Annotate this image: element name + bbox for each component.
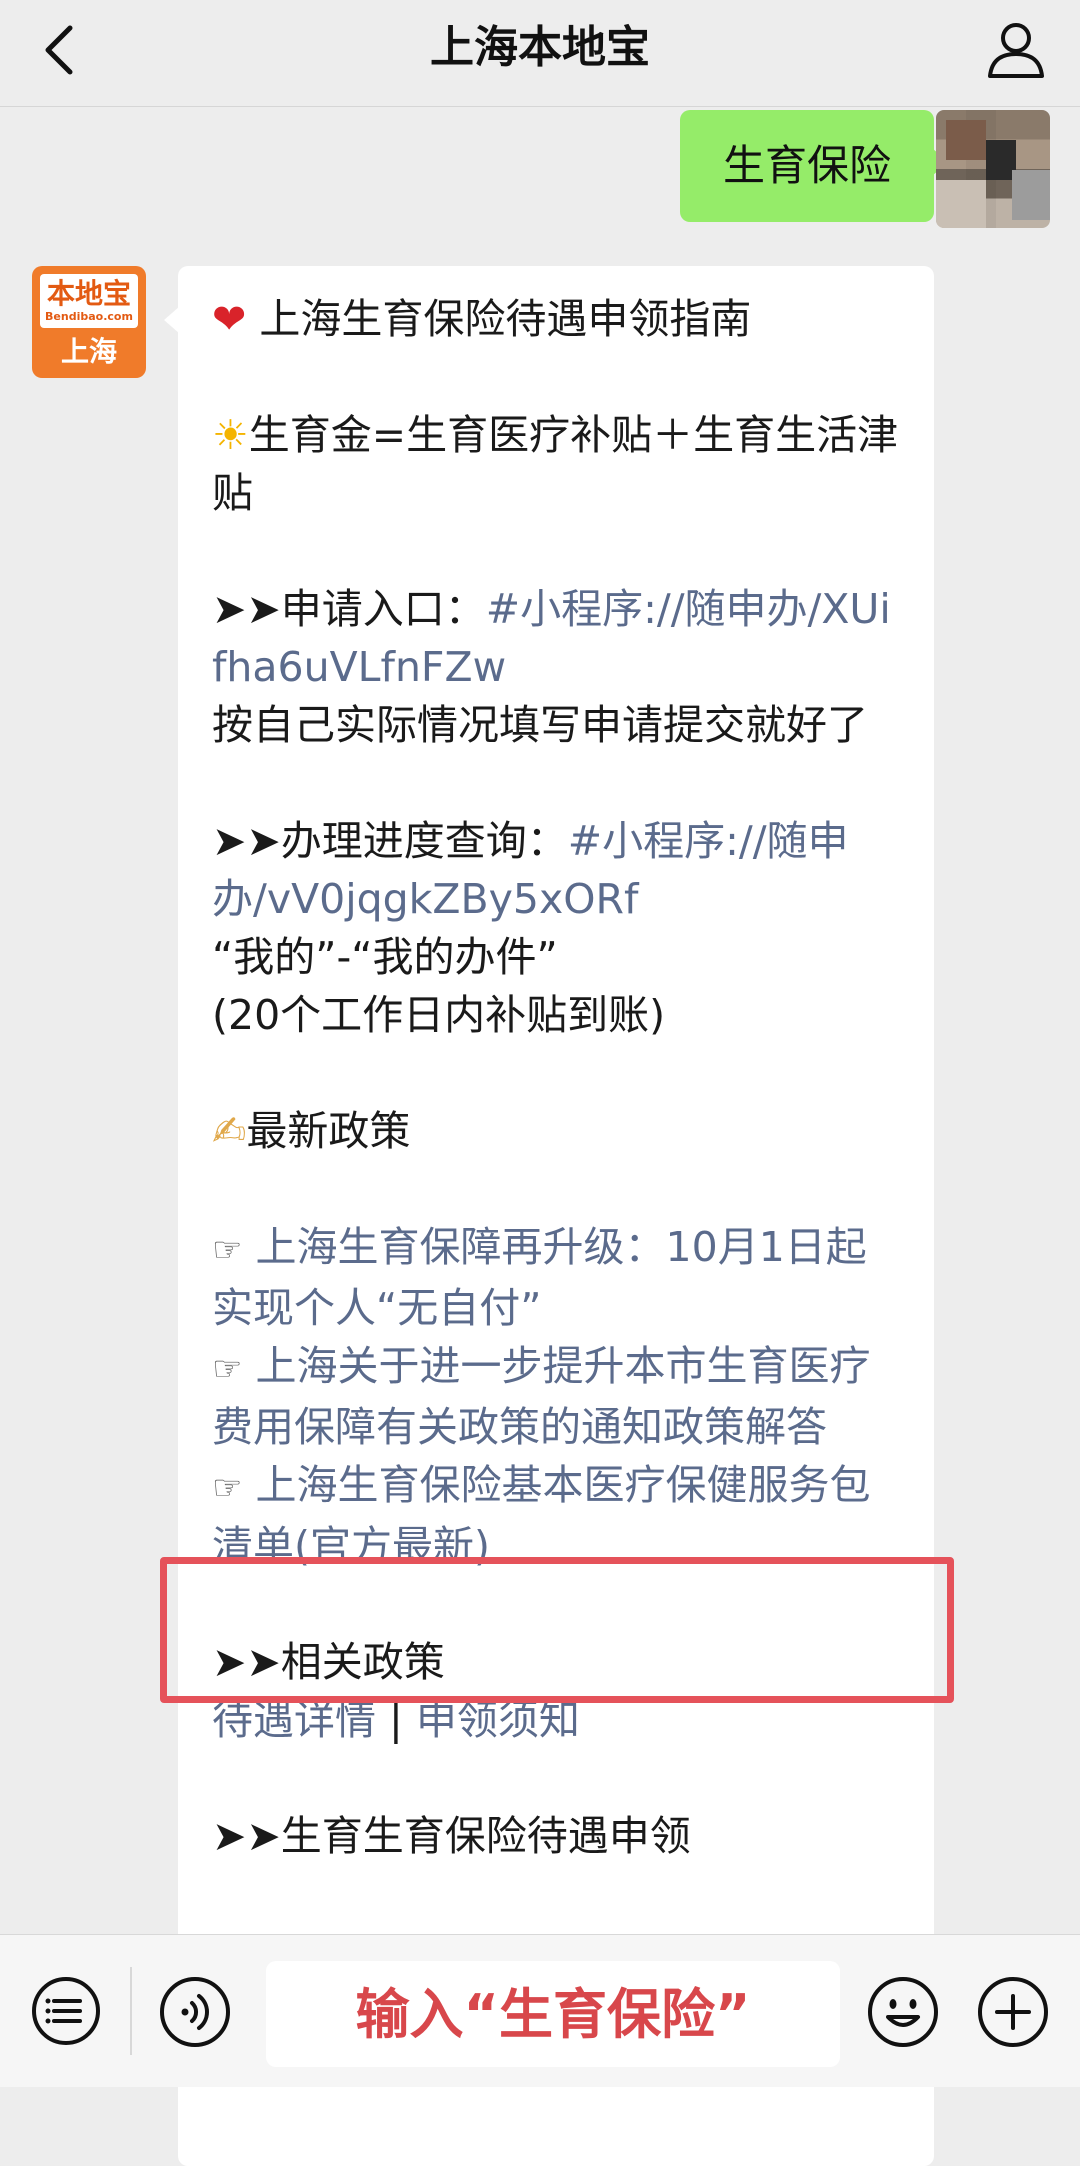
related-link[interactable]: 申领须知 <box>416 1696 580 1744</box>
top-bar: 上海本地宝 <box>0 0 1080 107</box>
divider <box>130 1967 132 2055</box>
arrow-icon: ➤➤ <box>212 585 281 633</box>
bubble-tail <box>164 306 180 334</box>
emoji-icon[interactable] <box>866 1975 940 2049</box>
voice-icon[interactable] <box>158 1975 232 2049</box>
policy-link[interactable]: ☞ 上海关于进一步提升本市生育医疗费用保障有关政策的通知政策解答 <box>212 1337 902 1456</box>
guide-title: 上海生育保险待遇申领指南 <box>259 295 752 343</box>
progress-note: (20个工作日内补贴到账) <box>212 991 666 1039</box>
plus-icon[interactable] <box>976 1975 1050 2049</box>
progress-path: “我的”-“我的办件” <box>212 933 558 981</box>
outgoing-message-bubble[interactable]: 生育保险 <box>680 110 948 222</box>
arrow-icon: ➤➤ <box>212 817 281 865</box>
pointing-hand-icon: ☞ <box>212 1349 243 1389</box>
policy-link[interactable]: ☞ 上海生育保障再升级：10月1日起实现个人“无自付” <box>212 1218 902 1337</box>
policy-heading: 最新政策 <box>246 1107 411 1155</box>
avatar-city: 上海 <box>60 335 117 368</box>
incoming-message-bubble: ❤ 上海生育保险待遇申领指南 ☀生育金=生育医疗补贴＋生育生活津贴 ➤➤申请入口… <box>164 266 934 2166</box>
page-title: 上海本地宝 <box>430 22 650 73</box>
user-avatar[interactable] <box>936 110 1050 228</box>
sun-icon: ☀ <box>212 411 249 459</box>
separator: | <box>389 1696 403 1744</box>
outgoing-message-text: 生育保险 <box>722 141 891 190</box>
related-link[interactable]: 待遇详情 <box>212 1696 376 1744</box>
person-icon[interactable] <box>982 16 1050 84</box>
next-heading: 生育生育保险待遇申领 <box>280 1812 691 1860</box>
highlight-box <box>160 1557 954 1703</box>
official-account-avatar[interactable]: 本地宝 Bendibao.com 上海 <box>32 266 146 378</box>
message-input[interactable] <box>266 1961 840 2067</box>
avatar-logo-sub: Bendibao.com <box>45 310 133 323</box>
menu-list-icon[interactable] <box>30 1975 102 2047</box>
arrow-icon: ➤➤ <box>212 1812 281 1860</box>
progress-label: 办理进度查询： <box>280 817 568 865</box>
writing-hand-icon: ✍ <box>212 1107 247 1155</box>
pointing-hand-icon: ☞ <box>212 1230 243 1270</box>
heart-icon: ❤ <box>212 295 247 343</box>
apply-label: 申请入口： <box>280 585 486 633</box>
formula-text: 生育金=生育医疗补贴＋生育生活津贴 <box>212 411 899 517</box>
apply-note: 按自己实际情况填写申请提交就好了 <box>212 701 868 749</box>
input-bar <box>0 1934 1080 2087</box>
pointing-hand-icon: ☞ <box>212 1468 243 1508</box>
